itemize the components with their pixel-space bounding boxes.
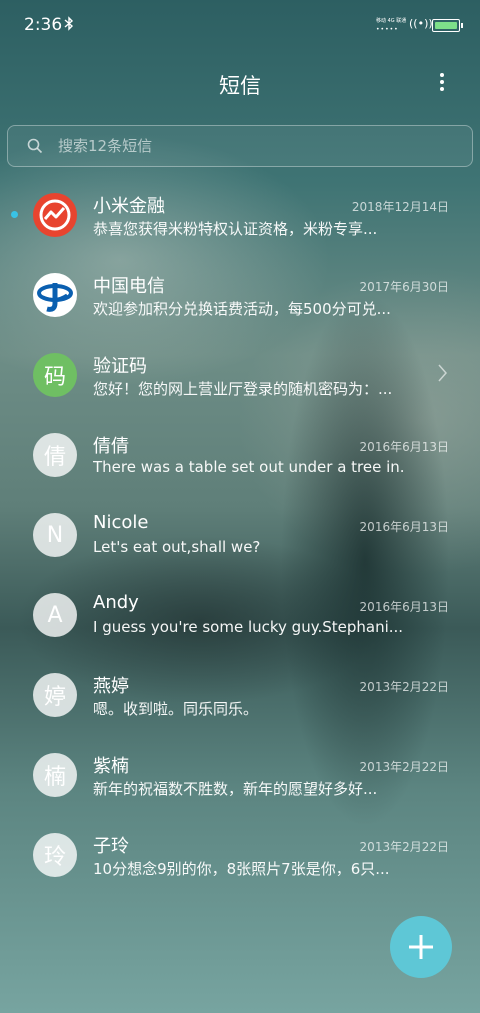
more-options-icon[interactable] [436, 73, 448, 95]
conversation-preview: 新年的祝福数不胜数，新年的愿望好多好... [93, 780, 378, 798]
conversation-name: Nicole [93, 512, 149, 533]
conversation-item-andy[interactable]: A Andy 2016年6月13日 I guess you're some lu… [0, 580, 480, 660]
conversation-preview: 恭喜您获得米粉特权认证资格，米粉专享... [93, 220, 378, 238]
conversation-name: 燕婷 [93, 676, 129, 697]
conversation-date: 2016年6月13日 [359, 600, 449, 614]
chevron-right-icon[interactable] [438, 364, 448, 386]
avatar: A [33, 593, 77, 637]
conversation-item-china-telecom[interactable]: 中国电信 2017年6月30日 欢迎参加积分兑换话费活动，每500分可兑... [0, 260, 480, 340]
conversation-preview: 嗯。收到啦。同乐同乐。 [93, 700, 259, 718]
conversation-name: 紫楠 [93, 756, 129, 777]
conversation-date: 2016年6月13日 [359, 520, 449, 534]
avatar: 码 [33, 353, 77, 397]
bluetooth-icon [64, 16, 74, 35]
unread-indicator [11, 211, 18, 218]
conversation-date: 2013年2月22日 [359, 680, 449, 694]
new-message-button[interactable] [390, 916, 452, 978]
china-telecom-logo-avatar [33, 273, 77, 317]
conversation-date: 2018年12月14日 [351, 200, 449, 214]
conversation-date: 2017年6月30日 [359, 280, 449, 294]
search-input[interactable] [56, 134, 440, 158]
conversation-item-verification-code[interactable]: 码 验证码 您好！您的网上营业厅登录的随机密码为：... [0, 340, 480, 420]
avatar: 楠 [33, 753, 77, 797]
conversation-name: 中国电信 [93, 276, 165, 297]
plus-icon [390, 916, 452, 978]
conversation-preview: 10分想念9别的你，8张照片7张是你，6只... [93, 860, 390, 878]
conversation-item-ziling[interactable]: 玲 子玲 2013年2月22日 10分想念9别的你，8张照片7张是你，6只... [0, 820, 480, 900]
conversation-preview: There was a table set out under a tree i… [93, 458, 405, 476]
avatar: N [33, 513, 77, 557]
conversation-preview: 您好！您的网上营业厅登录的随机密码为：... [93, 380, 393, 398]
conversation-name: Andy [93, 592, 139, 613]
search-icon [27, 138, 43, 158]
conversation-name: 倩倩 [93, 436, 129, 457]
conversation-item-mi-finance[interactable]: 小米金融 2018年12月14日 恭喜您获得米粉特权认证资格，米粉专享... [0, 180, 480, 260]
hotspot-icon: ((•)) [409, 17, 433, 30]
battery-icon [432, 19, 463, 32]
conversation-preview: Let's eat out,shall we? [93, 538, 261, 556]
conversation-date: 2013年2月22日 [359, 760, 449, 774]
mi-finance-logo-avatar [33, 193, 77, 237]
avatar: 婷 [33, 673, 77, 717]
conversation-preview: I guess you're some lucky guy.Stephani..… [93, 618, 404, 636]
page-title: 短信 [219, 74, 261, 98]
carrier-label: 移动 4G 联通 [376, 18, 407, 24]
signal-dots: ••••• [376, 26, 399, 33]
signal-icon: 移动 4G 联通 ••••• [376, 18, 407, 33]
conversation-item-nicole[interactable]: N Nicole 2016年6月13日 Let's eat out,shall … [0, 500, 480, 580]
conversation-item-zinan[interactable]: 楠 紫楠 2013年2月22日 新年的祝福数不胜数，新年的愿望好多好... [0, 740, 480, 820]
status-bar: 2:36 移动 4G 联通 ••••• ((•)) [0, 0, 480, 54]
conversation-name: 小米金融 [93, 196, 165, 217]
conversation-date: 2013年2月22日 [359, 840, 449, 854]
conversation-item-yanting[interactable]: 婷 燕婷 2013年2月22日 嗯。收到啦。同乐同乐。 [0, 660, 480, 740]
avatar: 玲 [33, 833, 77, 877]
status-time: 2:36 [24, 15, 63, 35]
conversation-name: 验证码 [93, 356, 147, 377]
conversation-preview: 欢迎参加积分兑换话费活动，每500分可兑... [93, 300, 391, 318]
avatar: 倩 [33, 433, 77, 477]
conversation-date: 2016年6月13日 [359, 440, 449, 454]
conversation-name: 子玲 [93, 836, 129, 857]
conversation-item-qianqian[interactable]: 倩 倩倩 2016年6月13日 There was a table set ou… [0, 420, 480, 500]
search-box[interactable] [7, 125, 473, 167]
